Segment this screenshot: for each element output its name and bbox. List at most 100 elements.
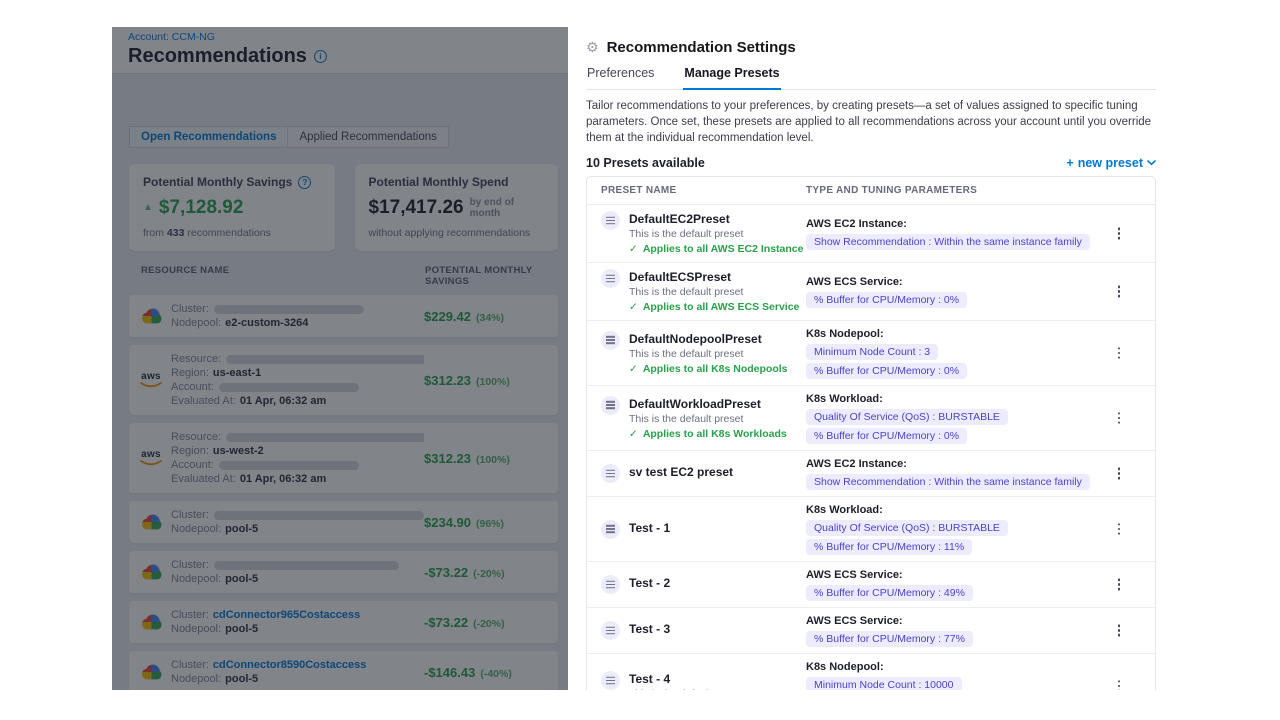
kebab-icon [1118, 352, 1121, 355]
preset-row[interactable]: DefaultECSPresetThis is the default pres… [587, 263, 1155, 321]
tuning-chip: Show Recommendation : Within the same in… [806, 234, 1090, 250]
preset-applies-label: ✓Applies to all AWS EC2 Instance [629, 243, 803, 256]
modal-backdrop[interactable] [112, 27, 568, 690]
app-window: Account: CCM-NG Recommendations i Open R… [112, 27, 1280, 690]
tuning-chip: Quality Of Service (QoS) : BURSTABLE [806, 409, 1008, 425]
preset-name-cell: sv test EC2 preset [601, 462, 806, 485]
preset-type-label: K8s Workload: [806, 392, 1097, 406]
preset-applies-label: ✓Applies to all K8s Nodepools [629, 363, 788, 376]
preset-name: sv test EC2 preset [629, 464, 733, 480]
preset-name: Test - 2 [629, 575, 670, 591]
chevron-down-icon [1147, 160, 1156, 166]
preset-name: DefaultEC2Preset [629, 211, 803, 227]
preset-menu-button[interactable] [1107, 517, 1131, 541]
preset-row[interactable]: Test - 1 K8s Workload: Quality Of Service … [587, 497, 1155, 562]
tuning-chip: Minimum Node Count : 10000 [806, 677, 962, 690]
kebab-icon [1118, 629, 1121, 632]
recommendations-page: Account: CCM-NG Recommendations i Open R… [112, 27, 568, 690]
preset-type-label: K8s Nodepool: [806, 327, 1097, 341]
preset-menu-button[interactable] [1107, 619, 1131, 643]
preset-menu-button[interactable] [1107, 462, 1131, 486]
tab-manage-presets[interactable]: Manage Presets [683, 66, 780, 90]
preset-type-label: AWS EC2 Instance: [806, 457, 1097, 471]
check-icon: ✓ [629, 243, 638, 256]
preset-name-cell: DefaultNodepoolPresetThis is the default… [601, 329, 806, 378]
preset-type-label: AWS ECS Service: [806, 568, 1097, 582]
kebab-icon [1118, 685, 1121, 688]
preset-name: DefaultNodepoolPreset [629, 331, 788, 347]
presets-table-header: PRESET NAME TYPE AND TUNING PARAMETERS [587, 177, 1155, 205]
preset-type-label: K8s Nodepool: [806, 660, 1097, 674]
preset-row[interactable]: Test - 3 AWS ECS Service: % Buffer for CPU… [587, 608, 1155, 654]
tuning-parameters-cell: AWS EC2 Instance: Show Recommendation : W… [806, 455, 1097, 492]
presets-count-label: 10 Presets available [586, 156, 705, 170]
preset-menu-button[interactable] [1107, 341, 1131, 365]
preset-description: This is the default preset [629, 413, 787, 426]
drag-handle-icon [601, 621, 620, 640]
preset-type-label: AWS ECS Service: [806, 614, 1097, 628]
preset-name-cell: Test - 4This is the default preset [601, 669, 806, 690]
tab-preferences[interactable]: Preferences [586, 66, 655, 89]
drag-handle-icon [601, 269, 620, 288]
preset-menu-button[interactable] [1107, 406, 1131, 430]
column-preset-name: PRESET NAME [601, 185, 806, 196]
preset-row[interactable]: DefaultNodepoolPresetThis is the default… [587, 321, 1155, 386]
page: Account: CCM-NG Recommendations i Open R… [0, 0, 1280, 720]
tuning-chip: Quality Of Service (QoS) : BURSTABLE [806, 520, 1008, 536]
preset-name-cell: Test - 2 [601, 573, 806, 596]
preset-row[interactable]: sv test EC2 preset AWS EC2 Instance: Show … [587, 451, 1155, 497]
preset-description: This is the default preset [629, 688, 743, 690]
preset-name: Test - 4 [629, 671, 743, 687]
check-icon: ✓ [629, 301, 638, 314]
tuning-chip: % Buffer for CPU/Memory : 77% [806, 631, 973, 647]
kebab-icon [1118, 528, 1121, 531]
preset-row[interactable]: DefaultEC2PresetThis is the default pres… [587, 205, 1155, 263]
column-tuning-parameters: TYPE AND TUNING PARAMETERS [806, 185, 1097, 196]
tuning-parameters-cell: K8s Workload: Quality Of Service (QoS) : … [806, 390, 1097, 446]
preset-name-cell: DefaultEC2PresetThis is the default pres… [601, 209, 806, 258]
tuning-parameters-cell: AWS ECS Service: % Buffer for CPU/Memory … [806, 612, 1097, 649]
tuning-parameters-cell: AWS ECS Service: % Buffer for CPU/Memory … [806, 273, 1097, 310]
kebab-icon [1118, 472, 1121, 475]
preset-description: This is the default preset [629, 228, 803, 241]
preset-applies-label: ✓Applies to all AWS ECS Service [629, 301, 799, 314]
settings-tabs: Preferences Manage Presets [586, 66, 1156, 90]
presets-description: Tailor recommendations to your preferenc… [586, 98, 1156, 146]
drag-handle-icon [601, 464, 620, 483]
tuning-chip: % Buffer for CPU/Memory : 11% [806, 539, 972, 555]
preset-name: Test - 1 [629, 520, 670, 536]
preset-menu-button[interactable] [1107, 280, 1131, 304]
tuning-parameters-cell: K8s Nodepool:Minimum Node Count : 10000%… [806, 658, 1097, 690]
preset-description: This is the default preset [629, 286, 799, 299]
preset-menu-button[interactable] [1107, 674, 1131, 690]
tuning-chip: % Buffer for CPU/Memory : 0% [806, 292, 967, 308]
tuning-chip: % Buffer for CPU/Memory : 49% [806, 585, 973, 601]
tuning-parameters-cell: AWS ECS Service: % Buffer for CPU/Memory … [806, 566, 1097, 603]
recommendation-settings-drawer: ⚙ Recommendation Settings Preferences Ma… [568, 27, 1280, 690]
check-icon: ✓ [629, 428, 638, 441]
preset-type-label: K8s Workload: [806, 503, 1097, 517]
preset-description: This is the default preset [629, 348, 788, 361]
preset-name: DefaultWorkloadPreset [629, 396, 787, 412]
preset-menu-button[interactable] [1107, 573, 1131, 597]
drag-handle-icon [601, 575, 620, 594]
preset-name-cell: DefaultWorkloadPresetThis is the default… [601, 394, 806, 443]
preset-name-cell: Test - 3 [601, 619, 806, 642]
preset-menu-button[interactable] [1107, 222, 1131, 246]
preset-name-cell: Test - 1 [601, 518, 806, 541]
tuning-chip: Minimum Node Count : 3 [806, 344, 938, 360]
new-preset-button[interactable]: + new preset [1066, 156, 1156, 170]
tuning-parameters-cell: AWS EC2 Instance:Show Recommendation : W… [806, 215, 1097, 252]
preset-row[interactable]: Test - 4This is the default presetK8s No… [587, 654, 1155, 690]
kebab-icon [1118, 583, 1121, 586]
preset-name: Test - 3 [629, 621, 670, 637]
preset-name-cell: DefaultECSPresetThis is the default pres… [601, 267, 806, 316]
preset-row[interactable]: DefaultWorkloadPresetThis is the default… [587, 386, 1155, 451]
preset-row[interactable]: Test - 2 AWS ECS Service: % Buffer for CPU… [587, 562, 1155, 608]
preset-type-label: AWS ECS Service: [806, 275, 1097, 289]
drag-handle-icon [601, 520, 620, 539]
tuning-chip: Show Recommendation : Within the same in… [806, 474, 1090, 490]
drag-handle-icon [601, 331, 620, 350]
presets-table-body: DefaultEC2PresetThis is the default pres… [587, 205, 1155, 690]
tuning-parameters-cell: K8s Workload: Quality Of Service (QoS) : … [806, 501, 1097, 557]
